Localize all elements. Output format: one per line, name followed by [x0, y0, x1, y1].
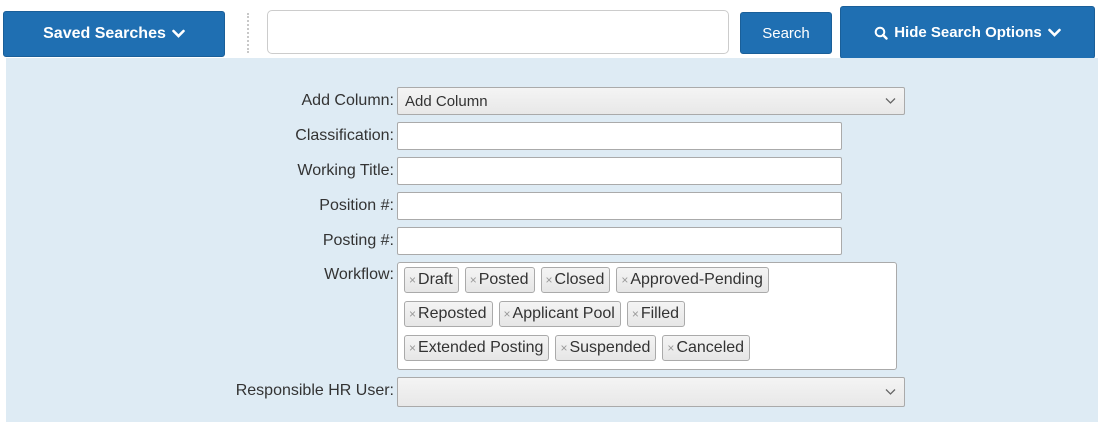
chevron-down-icon	[1047, 28, 1061, 38]
position-number-label: Position #:	[319, 197, 394, 214]
workflow-tag: × Suspended	[555, 335, 657, 361]
hide-search-options-label: Hide Search Options	[894, 24, 1042, 41]
posting-number-label: Posting #:	[322, 232, 394, 249]
workflow-tag-label: Applicant Pool	[512, 305, 615, 322]
workflow-tag: × Posted	[464, 267, 535, 293]
chevron-down-icon	[885, 389, 896, 396]
posting-number-field[interactable]	[397, 227, 842, 255]
close-icon[interactable]: ×	[632, 307, 639, 321]
close-icon[interactable]: ×	[546, 273, 553, 287]
chevron-down-icon	[885, 98, 896, 105]
responsible-hr-user-select[interactable]	[397, 377, 905, 407]
workflow-tag-label: Approved-Pending	[630, 271, 763, 288]
workflow-tag-label: Posted	[478, 271, 529, 288]
search-input[interactable]	[267, 10, 729, 54]
add-column-value: Add Column	[405, 92, 488, 110]
hide-search-options-button[interactable]: Hide Search Options	[840, 6, 1095, 59]
close-icon[interactable]: ×	[621, 273, 628, 287]
workflow-tag-label: Draft	[418, 271, 453, 288]
workflow-tag: × Filled	[626, 301, 686, 327]
position-number-field[interactable]	[397, 192, 842, 220]
workflow-tag: × Canceled	[662, 335, 751, 361]
close-icon[interactable]: ×	[470, 273, 477, 287]
workflow-tag-label: Closed	[554, 271, 605, 288]
workflow-tag-label: Suspended	[569, 339, 651, 356]
close-icon[interactable]: ×	[409, 307, 416, 321]
classification-label: Classification:	[295, 127, 394, 144]
search-button-label: Search	[762, 24, 810, 42]
add-column-select[interactable]: Add Column	[397, 87, 905, 115]
saved-searches-button[interactable]: Saved Searches	[3, 11, 225, 57]
workflow-tag-label: Reposted	[418, 305, 487, 322]
close-icon[interactable]: ×	[409, 273, 416, 287]
workflow-tag-label: Filled	[640, 305, 680, 322]
workflow-tag: × Approved-Pending	[616, 267, 769, 293]
close-icon[interactable]: ×	[409, 341, 416, 355]
workflow-tag: × Reposted	[404, 301, 493, 327]
classification-field[interactable]	[397, 122, 842, 150]
saved-searches-label: Saved Searches	[43, 25, 166, 42]
close-icon[interactable]: ×	[504, 307, 511, 321]
workflow-tag: × Closed	[540, 267, 611, 293]
search-button[interactable]: Search	[740, 12, 832, 54]
workflow-label: Workflow:	[324, 266, 394, 283]
workflow-tag-label: Extended Posting	[418, 339, 544, 356]
close-icon[interactable]: ×	[667, 341, 674, 355]
add-column-label: Add Column:	[301, 92, 395, 109]
search-options-panel: Add Column: Add Column Classification: W…	[6, 58, 1098, 422]
workflow-multiselect[interactable]: × Draft × Posted × Closed × Approved-Pending…	[397, 262, 897, 370]
workflow-tag: × Draft	[404, 267, 459, 293]
working-title-label: Working Title:	[297, 162, 394, 179]
toolbar-divider	[247, 13, 249, 53]
workflow-tag-label: Canceled	[676, 339, 745, 356]
close-icon[interactable]: ×	[560, 341, 567, 355]
workflow-tag: × Applicant Pool	[498, 301, 621, 327]
working-title-field[interactable]	[397, 157, 842, 185]
search-icon	[874, 26, 888, 40]
workflow-tag: × Extended Posting	[404, 335, 550, 361]
responsible-hr-user-label: Responsible HR User:	[235, 382, 394, 399]
chevron-down-icon	[172, 29, 185, 39]
